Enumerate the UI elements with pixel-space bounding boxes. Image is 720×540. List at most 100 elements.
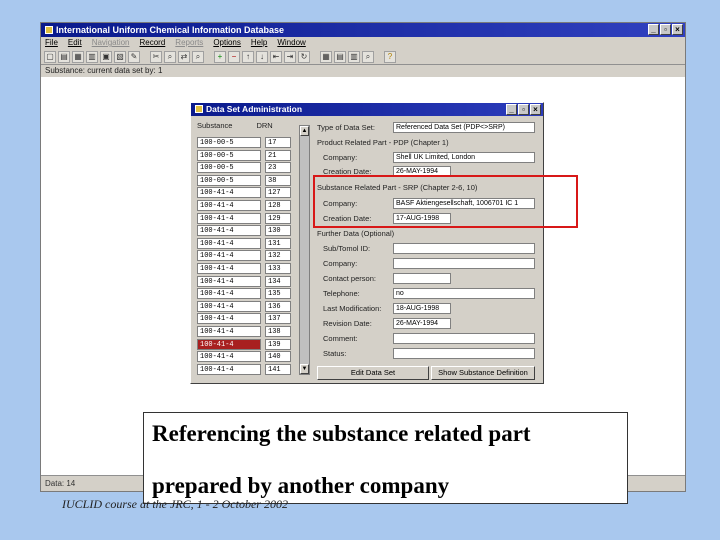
table-row[interactable]: 100-41-4 131 <box>197 237 293 251</box>
close-icon[interactable]: × <box>672 24 683 35</box>
search-icon[interactable]: ⌕ <box>192 50 204 63</box>
id-cell[interactable]: 140 <box>265 351 291 363</box>
show-substance-definition-button[interactable]: Show Substance Definition <box>431 366 535 380</box>
substance-cell[interactable]: 100-41-4 <box>197 262 261 274</box>
menu-options[interactable]: Options <box>213 37 241 49</box>
substance-cell[interactable]: 100-41-4 <box>197 300 261 312</box>
save-icon[interactable]: ▦ <box>72 50 84 63</box>
id-cell[interactable]: 133 <box>265 262 291 274</box>
last-icon[interactable]: ⇥ <box>284 50 296 63</box>
tool-icon[interactable]: ✎ <box>128 50 140 63</box>
substance-cell[interactable]: 100-41-4 <box>197 338 261 350</box>
table-row[interactable]: 100-41-4 138 <box>197 325 293 339</box>
substance-cell[interactable]: 100-41-4 <box>197 187 261 199</box>
substance-cell[interactable]: 100-41-4 <box>197 288 261 300</box>
table-row[interactable]: 100-41-4 130 <box>197 225 293 238</box>
id-cell[interactable]: 137 <box>265 313 291 325</box>
substance-cell[interactable]: 100-41-4 <box>197 351 261 363</box>
chart-icon[interactable]: ▥ <box>348 50 360 63</box>
help-icon[interactable]: ? <box>384 50 396 63</box>
menu-window[interactable]: Window <box>277 37 305 49</box>
id-cell[interactable]: 136 <box>265 300 291 312</box>
substance-cell[interactable]: 100-41-4 <box>197 325 261 337</box>
id-cell[interactable]: 17 <box>265 137 291 148</box>
id-cell[interactable]: 38 <box>265 174 291 186</box>
company2-field[interactable] <box>393 258 535 269</box>
id-cell[interactable]: 129 <box>265 212 291 224</box>
substance-cell[interactable]: 100-41-4 <box>197 199 261 211</box>
substance-cell[interactable]: 100-00-5 <box>197 174 261 186</box>
sub-id-field[interactable] <box>393 243 535 254</box>
table-row[interactable]: 100-41-4 133 <box>197 262 293 276</box>
scroll-up-icon[interactable]: ▲ <box>300 126 309 136</box>
substance-cell[interactable]: 100-41-4 <box>197 250 261 262</box>
table-row[interactable]: 100-00-5 38 <box>197 174 293 188</box>
substance-cell[interactable]: 100-00-5 <box>197 137 261 148</box>
menu-navigation[interactable]: Navigation <box>92 37 130 49</box>
list-scrollbar[interactable]: ▲ ▼ <box>299 125 310 375</box>
id-cell[interactable]: 138 <box>265 325 291 337</box>
restore-icon[interactable]: ▫ <box>660 24 671 35</box>
paste-icon[interactable]: ▧ <box>114 50 126 63</box>
table-row[interactable]: 100-41-4 141 <box>197 363 293 377</box>
replace-icon[interactable]: ⇄ <box>178 50 190 63</box>
grid-icon[interactable]: ▦ <box>320 50 332 63</box>
remove-icon[interactable]: − <box>228 50 240 63</box>
table-row[interactable]: 100-41-4 132 <box>197 250 293 263</box>
telephone-value[interactable]: no <box>393 288 535 299</box>
id-cell[interactable]: 127 <box>265 187 291 199</box>
copy-icon[interactable]: ▣ <box>100 50 112 63</box>
table-row[interactable]: 100-41-4 139 <box>197 338 293 352</box>
company-value[interactable]: Shell UK Limited, London <box>393 152 535 163</box>
substance-cell[interactable]: 100-41-4 <box>197 363 261 375</box>
down-icon[interactable]: ↓ <box>256 50 268 63</box>
substance-cell[interactable]: 100-41-4 <box>197 275 261 287</box>
table-row[interactable]: 100-00-5 17 <box>197 137 293 150</box>
close-icon[interactable]: × <box>530 104 541 115</box>
menu-help[interactable]: Help <box>251 37 267 49</box>
table-row[interactable]: 100-41-4 134 <box>197 275 293 289</box>
minimize-icon[interactable]: _ <box>648 24 659 35</box>
menu-record[interactable]: Record <box>140 37 166 49</box>
print-icon[interactable]: ▥ <box>86 50 98 63</box>
substance-cell[interactable]: 100-00-5 <box>197 162 261 174</box>
refresh-icon[interactable]: ↻ <box>298 50 310 63</box>
cut-icon[interactable]: ✂ <box>150 50 162 63</box>
id-cell[interactable]: 134 <box>265 275 291 287</box>
type-value[interactable]: Referenced Data Set (PDP<>SRP) <box>393 122 535 133</box>
first-icon[interactable]: ⇤ <box>270 50 282 63</box>
menu-file[interactable]: File <box>45 37 58 49</box>
last-modification-value[interactable]: 18-AUG-1998 <box>393 303 451 314</box>
zoom-icon[interactable]: ⌕ <box>362 50 374 63</box>
table-row[interactable]: 100-00-5 23 <box>197 162 293 175</box>
substance-cell[interactable]: 100-41-4 <box>197 237 261 249</box>
substance-cell[interactable]: 100-41-4 <box>197 313 261 325</box>
id-cell[interactable]: 130 <box>265 225 291 237</box>
comment-field[interactable] <box>393 333 535 344</box>
id-cell[interactable]: 23 <box>265 162 291 174</box>
minimize-icon[interactable]: _ <box>506 104 517 115</box>
id-cell[interactable]: 141 <box>265 363 291 375</box>
table-row[interactable]: 100-41-4 129 <box>197 212 293 226</box>
revision-date-value[interactable]: 26-MAY-1994 <box>393 318 451 329</box>
menu-reports[interactable]: Reports <box>175 37 203 49</box>
table-icon[interactable]: ▤ <box>334 50 346 63</box>
id-cell[interactable]: 128 <box>265 199 291 211</box>
open-icon[interactable]: ▤ <box>58 50 70 63</box>
status-field[interactable] <box>393 348 535 359</box>
maximize-icon[interactable]: ▫ <box>518 104 529 115</box>
substance-cell[interactable]: 100-00-5 <box>197 149 261 161</box>
id-cell[interactable]: 21 <box>265 149 291 161</box>
id-cell[interactable]: 139 <box>265 338 291 350</box>
edit-data-set-button[interactable]: Edit Data Set <box>317 366 429 380</box>
menu-edit[interactable]: Edit <box>68 37 82 49</box>
substance-cell[interactable]: 100-41-4 <box>197 225 261 237</box>
id-cell[interactable]: 132 <box>265 250 291 262</box>
id-cell[interactable]: 131 <box>265 237 291 249</box>
scroll-down-icon[interactable]: ▼ <box>300 364 309 374</box>
table-row[interactable]: 100-41-4 140 <box>197 351 293 364</box>
new-icon[interactable]: ▢ <box>44 50 56 63</box>
table-row[interactable]: 100-41-4 137 <box>197 313 293 326</box>
table-row[interactable]: 100-00-5 21 <box>197 149 293 163</box>
table-row[interactable]: 100-41-4 127 <box>197 187 293 200</box>
